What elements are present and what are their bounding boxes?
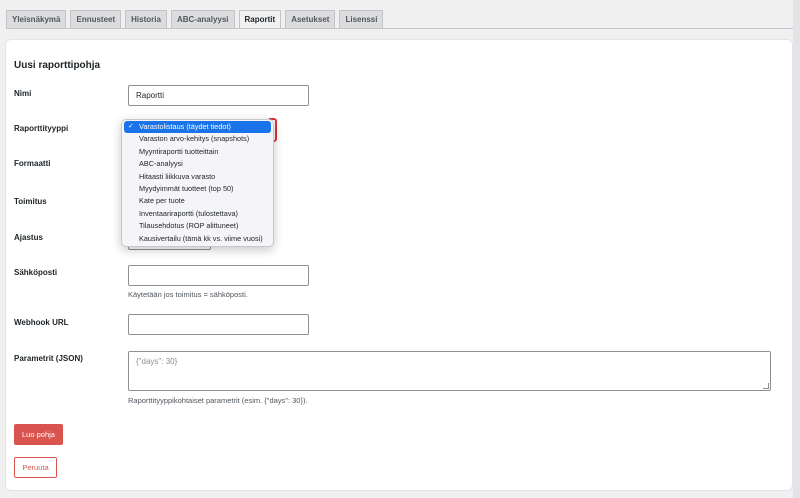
- cancel-button[interactable]: Peruuta: [14, 457, 57, 478]
- params-placeholder: {"days": 30}: [136, 357, 178, 366]
- dropdown-option[interactable]: Kausivertailu (tämä kk vs. viime vuosi): [124, 233, 271, 245]
- params-label: Parametrit (JSON): [14, 354, 83, 363]
- dropdown-option[interactable]: Hitaasti liikkuva varasto: [124, 171, 271, 183]
- schedule-label: Ajastus: [14, 233, 43, 242]
- name-label: Nimi: [14, 89, 32, 98]
- dropdown-option[interactable]: Inventaariraportti (tulostettava): [124, 208, 271, 220]
- report-type-label: Raporttityyppi: [14, 124, 69, 133]
- email-label: Sähköposti: [14, 268, 58, 277]
- dropdown-option[interactable]: Tilausehdotus (ROP alittuneet): [124, 220, 271, 232]
- window-edge: [793, 0, 800, 498]
- webhook-url-input[interactable]: [128, 314, 309, 335]
- create-template-button[interactable]: Luo pohja: [14, 424, 63, 445]
- card-title: Uusi raporttipohja: [14, 60, 101, 71]
- tab-lisenssi[interactable]: Lisenssi: [339, 10, 384, 29]
- email-help-text: Käytetään jos toimitus = sähköposti.: [128, 290, 248, 299]
- checkmark-icon: ✓: [128, 123, 134, 130]
- dropdown-option[interactable]: ✓ Varastolistaus (täydet tiedot): [124, 121, 271, 134]
- tab-ennusteet[interactable]: Ennusteet: [70, 10, 122, 29]
- dropdown-option[interactable]: Myyntiraportti tuotteittain: [124, 146, 271, 158]
- tab-abc-analyysi[interactable]: ABC-analyysi: [170, 10, 235, 29]
- dropdown-option[interactable]: Myydyimmät tuotteet (top 50): [124, 183, 271, 195]
- webhook-label: Webhook URL: [14, 318, 69, 327]
- resize-grip-icon[interactable]: [763, 383, 769, 389]
- name-input[interactable]: [128, 85, 309, 106]
- format-label: Formaatti: [14, 159, 51, 168]
- tab-raportit[interactable]: Raportit: [238, 10, 282, 29]
- dropdown-option[interactable]: Kate per tuote: [124, 195, 271, 207]
- params-textarea[interactable]: {"days": 30}: [128, 351, 771, 391]
- tab-asetukset[interactable]: Asetukset: [285, 10, 336, 29]
- delivery-label: Toimitus: [14, 197, 47, 206]
- dropdown-option[interactable]: Varaston arvo-kehitys (snapshots): [124, 133, 271, 145]
- dropdown-option[interactable]: ABC-analyysi: [124, 158, 271, 170]
- tab-historia[interactable]: Historia: [125, 10, 167, 29]
- tab-divider: [6, 28, 794, 29]
- tab-bar: Yleisnäkymä Ennusteet Historia ABC-analy…: [6, 10, 387, 29]
- new-report-template-card: Uusi raporttipohja Nimi Raporttityyppi F…: [5, 39, 793, 491]
- tab-yleisnakyma[interactable]: Yleisnäkymä: [6, 10, 67, 29]
- email-input[interactable]: [128, 265, 309, 286]
- params-help-text: Raporttityyppikohtaiset parametrit (esim…: [128, 396, 308, 405]
- report-type-dropdown[interactable]: ✓ Varastolistaus (täydet tiedot) Varaston…: [121, 119, 274, 247]
